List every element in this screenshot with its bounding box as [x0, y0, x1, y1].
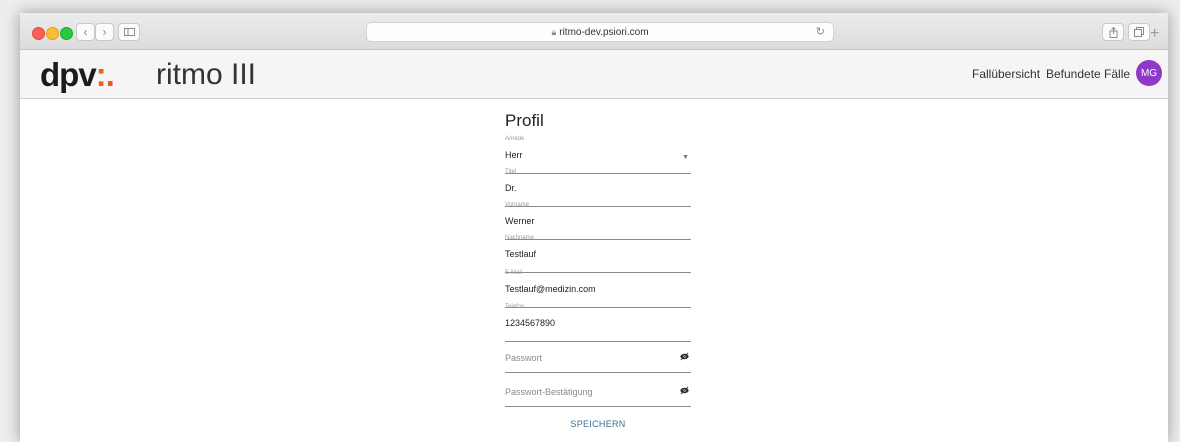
new-tab-plus-icon[interactable]: + — [1150, 25, 1159, 43]
dpv-logo[interactable]: dpv:. — [40, 56, 115, 94]
dropdown-arrow-icon[interactable]: ▼ — [682, 154, 689, 161]
field-value: Dr. — [505, 183, 517, 193]
save-button[interactable]: SPEICHERN — [562, 416, 634, 432]
forward-button[interactable]: › — [95, 23, 114, 41]
password-placeholder: Passwort — [505, 353, 543, 363]
field-label: Telefon — [505, 304, 525, 310]
address-bar[interactable]: 🔒︎ ritmo-dev.psiori.com ↻ — [366, 22, 834, 42]
nachname-field[interactable]: Nachname Testlauf — [505, 235, 691, 273]
field-label: E-Mail — [505, 270, 523, 276]
close-window-button[interactable] — [32, 27, 45, 40]
password-field[interactable]: Passwort — [505, 348, 691, 373]
url-text: ritmo-dev.psiori.com — [559, 27, 649, 38]
chevron-right-icon: › — [102, 25, 107, 39]
email-field[interactable]: E-Mail Testlauf@medizin.com — [505, 270, 691, 308]
zoom-window-button[interactable] — [60, 27, 73, 40]
eye-icon[interactable] — [680, 386, 689, 395]
titel-field[interactable]: Titel Dr. — [505, 169, 691, 207]
field-value: 1234567890 — [505, 318, 556, 328]
sidebar-button[interactable] — [118, 23, 140, 41]
field-value: Testlauf — [505, 249, 537, 259]
field-label: Titel — [505, 169, 517, 175]
logo-text: dpv — [40, 56, 97, 93]
app-header: dpv:. ritmo III Fallübersicht Befundete … — [20, 50, 1168, 99]
minimize-window-button[interactable] — [46, 27, 59, 40]
share-icon — [1109, 26, 1117, 38]
field-label: Anrede — [505, 136, 525, 142]
nav-befundete-faelle[interactable]: Befundete Fälle — [1046, 67, 1130, 81]
share-button[interactable] — [1102, 23, 1124, 41]
eye-icon[interactable] — [680, 352, 689, 361]
field-label: Vorname — [505, 202, 530, 208]
password-confirm-field[interactable]: Passwort-Bestätigung — [505, 382, 691, 407]
browser-toolbar: ‹ › 🔒︎ ritmo-dev.psiori.com ↻ + — [20, 13, 1168, 50]
anrede-select[interactable]: Anrede Herr ▼ — [505, 136, 691, 174]
tabs-icon — [1134, 27, 1144, 37]
back-button[interactable]: ‹ — [76, 23, 95, 41]
telefon-field[interactable]: Telefon 1234567890 — [505, 304, 691, 342]
sidebar-icon — [123, 28, 135, 36]
field-label: Nachname — [505, 235, 535, 241]
avatar[interactable]: MG — [1136, 60, 1162, 86]
page-title: Profil — [505, 111, 544, 130]
chevron-left-icon: ‹ — [83, 25, 88, 39]
lock-icon: 🔒︎ — [551, 27, 557, 37]
password-confirm-placeholder: Passwort-Bestätigung — [505, 387, 593, 397]
field-value: Testlauf@medizin.com — [505, 284, 596, 294]
field-value: Werner — [505, 216, 535, 226]
app-title: ritmo III — [156, 58, 257, 91]
field-value: Herr — [505, 150, 523, 160]
logo-dots: :. — [95, 56, 115, 93]
nav-fallubersicht[interactable]: Fallübersicht — [972, 67, 1040, 81]
tabs-overview-button[interactable] — [1128, 23, 1150, 41]
browser-window: ‹ › 🔒︎ ritmo-dev.psiori.com ↻ + dpv:. rit… — [20, 13, 1168, 442]
reload-icon[interactable]: ↻ — [816, 25, 825, 38]
